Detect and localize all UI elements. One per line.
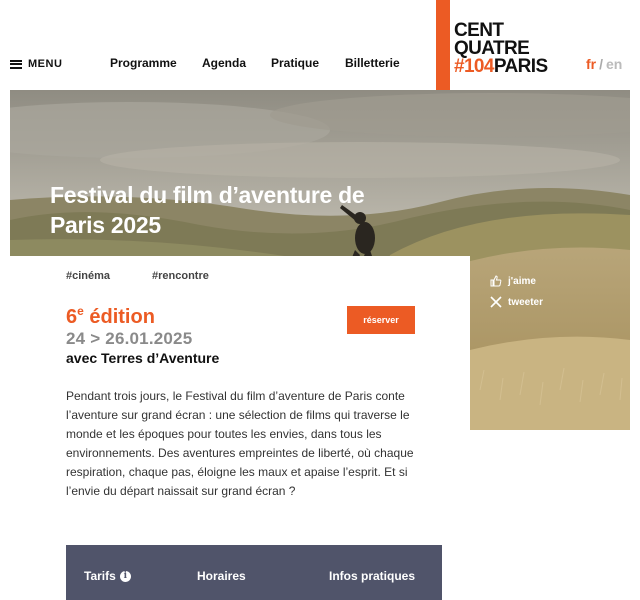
event-partner: avec Terres d’Aventure	[66, 350, 220, 366]
x-twitter-icon	[490, 296, 502, 308]
tag-rencontre[interactable]: #rencontre	[152, 270, 209, 282]
logo-text: CENT QUATRE #104PARIS	[454, 20, 548, 77]
site-header: MENU Programme Agenda Pratique Billetter…	[0, 0, 640, 90]
info-icon: i	[119, 570, 131, 582]
infos-pratiques-toggle[interactable]: Infos pratiques	[329, 569, 415, 583]
nav-agenda[interactable]: Agenda	[202, 56, 246, 70]
horaires-label: Horaires	[197, 569, 246, 583]
tag-cinema[interactable]: #cinéma	[66, 270, 110, 282]
info-bar: Tarifs i Horaires Infos pratiques	[66, 545, 442, 600]
menu-label: MENU	[28, 58, 63, 70]
nav-programme[interactable]: Programme	[110, 56, 177, 70]
hamburger-icon	[10, 59, 22, 69]
logo-accent-bar	[436, 0, 450, 90]
menu-button[interactable]: MENU	[10, 58, 62, 70]
event-title: Festival du film d’aventure de Paris 202…	[42, 180, 373, 240]
language-switcher: fr / en	[586, 56, 623, 72]
event-title-line-2: Paris 2025	[50, 212, 161, 238]
thumbs-up-icon	[490, 275, 502, 287]
site-logo[interactable]: CENT QUATRE #104PARIS	[436, 0, 548, 90]
event-dates: 24 > 26.01.2025	[66, 329, 193, 348]
event-title-line-1: Festival du film d’aventure de	[42, 180, 373, 210]
lang-fr[interactable]: fr	[586, 56, 596, 72]
edition-label: 6e édition	[66, 304, 155, 328]
like-label: j'aime	[508, 275, 536, 287]
horaires-toggle[interactable]: Horaires	[197, 569, 246, 583]
tarifs-label: Tarifs	[84, 569, 116, 583]
nav-billetterie[interactable]: Billetterie	[345, 56, 400, 70]
tweet-button[interactable]: tweeter	[490, 296, 543, 308]
tweet-label: tweeter	[508, 296, 544, 308]
nav-pratique[interactable]: Pratique	[271, 56, 319, 70]
reserve-button[interactable]: réserver	[347, 306, 415, 334]
like-button[interactable]: j'aime	[490, 275, 536, 287]
tarifs-toggle[interactable]: Tarifs i	[84, 569, 131, 583]
lang-en[interactable]: en	[606, 56, 622, 72]
event-description: Pendant trois jours, le Festival du film…	[66, 389, 414, 498]
infos-pratiques-label: Infos pratiques	[329, 569, 416, 583]
